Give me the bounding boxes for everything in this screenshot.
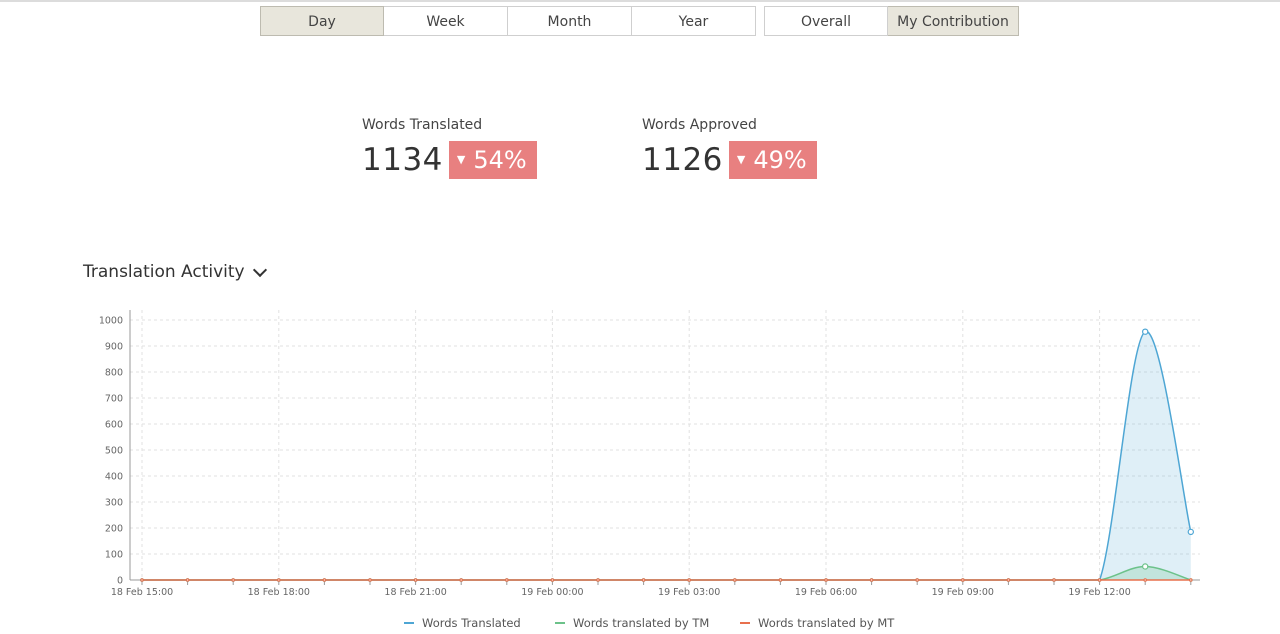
words-mt-point: [869, 578, 874, 582]
words-mt-point: [231, 578, 236, 582]
y-tick-label: 800: [105, 368, 123, 379]
x-tick-label: 19 Feb 03:00: [658, 587, 720, 598]
words-mt-point: [641, 578, 646, 582]
y-tick-label: 600: [105, 420, 123, 431]
words-mt-point: [960, 578, 965, 582]
x-tick-label: 19 Feb 12:00: [1068, 587, 1130, 598]
y-tick-label: 1000: [99, 316, 123, 327]
y-tick-label: 100: [105, 550, 123, 561]
words-mt-point: [915, 578, 920, 582]
x-tick-label: 18 Feb 21:00: [384, 587, 446, 598]
words-mt-point: [459, 578, 464, 582]
legend-item-mt[interactable]: Words translated by MT: [740, 616, 894, 630]
y-tick-label: 900: [105, 342, 123, 353]
x-tick-label: 19 Feb 00:00: [521, 587, 583, 598]
words-mt-point: [504, 578, 509, 582]
words-mt-point: [322, 578, 327, 582]
translation-activity-chart: 0 100 200 300 400 500 600 700 800 900 1000 18 Feb 1…: [99, 310, 1200, 598]
x-tick-label: 18 Feb 18:00: [248, 587, 310, 598]
words-mt-point: [1143, 578, 1148, 582]
words-mt-point: [368, 578, 372, 582]
words-mt-point: [1052, 578, 1056, 582]
words-mt-point: [732, 578, 737, 582]
words-mt-point: [596, 578, 600, 582]
words-mt-point: [140, 578, 144, 582]
words-mt-point: [1189, 578, 1193, 582]
words-translated-area: [142, 331, 1191, 580]
words-mt-point: [550, 578, 555, 582]
words-mt-point: [778, 578, 783, 582]
legend-label-translated: Words Translated: [422, 616, 521, 630]
words-translated-point: [1187, 528, 1195, 536]
x-tick-label: 19 Feb 09:00: [932, 587, 994, 598]
x-tick-label: 19 Feb 06:00: [795, 587, 857, 598]
words-mt-point: [1006, 578, 1011, 582]
legend-item-tm[interactable]: Words translated by TM: [555, 616, 709, 630]
words-translated-line: [142, 330, 1192, 581]
words-tm-area: [142, 566, 1191, 580]
y-tick-label: 300: [105, 498, 123, 509]
y-tick-label: 700: [105, 394, 123, 405]
y-tick-label: 0: [117, 576, 123, 587]
legend-swatch-mt: [740, 622, 750, 624]
words-translated-point: [1141, 328, 1149, 335]
legend-label-mt: Words translated by MT: [758, 616, 895, 630]
words-mt-point: [185, 578, 190, 582]
y-tick-label: 500: [105, 446, 123, 457]
legend-swatch-tm: [555, 622, 565, 624]
y-tick-label: 400: [105, 472, 123, 483]
y-tick-label: 200: [105, 524, 123, 535]
words-mt-point: [413, 578, 418, 582]
words-tm-line: [142, 565, 1192, 581]
legend-item-translated[interactable]: Words Translated: [404, 616, 521, 630]
words-mt-point: [687, 578, 692, 582]
words-mt-point: [1097, 578, 1102, 582]
words-mt-point: [824, 578, 828, 582]
words-tm-point: [1141, 563, 1149, 570]
legend-swatch-translated: [404, 622, 414, 624]
words-mt-point: [276, 578, 281, 582]
legend-label-tm: Words translated by TM: [573, 616, 710, 630]
x-tick-label: 18 Feb 15:00: [111, 587, 173, 598]
